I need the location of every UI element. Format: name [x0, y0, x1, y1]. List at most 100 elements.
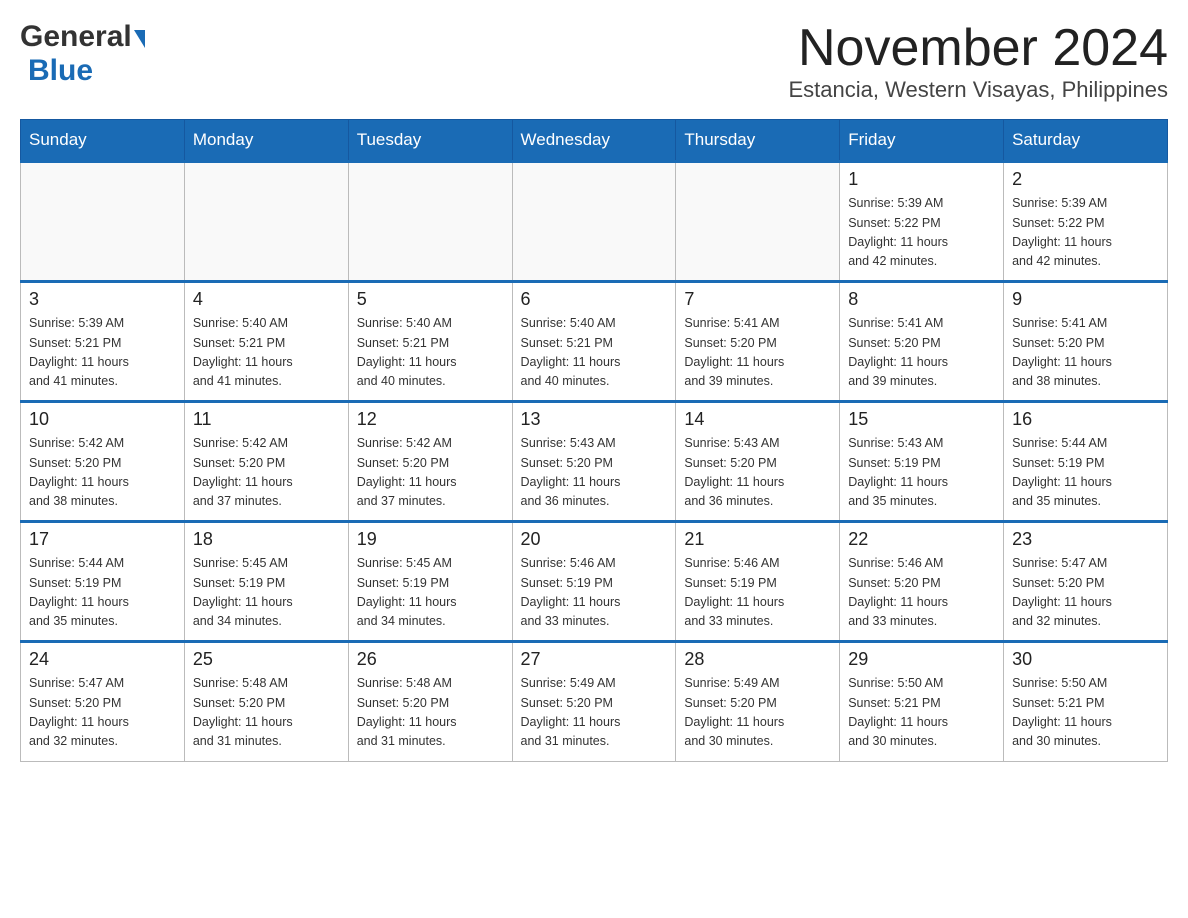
day-info: Sunrise: 5:43 AMSunset: 5:20 PMDaylight:… [521, 434, 668, 512]
day-info: Sunrise: 5:50 AMSunset: 5:21 PMDaylight:… [1012, 674, 1159, 752]
calendar-week-3: 10 Sunrise: 5:42 AMSunset: 5:20 PMDayligh… [21, 402, 1168, 522]
day-number: 4 [193, 289, 340, 310]
day-number: 3 [29, 289, 176, 310]
table-row: 16Sunrise: 5:44 AMSunset: 5:19 PMDayligh… [1004, 402, 1168, 522]
day-number: 19 [357, 529, 504, 550]
table-row: 4 Sunrise: 5:40 AMSunset: 5:21 PMDaylight… [184, 282, 348, 402]
col-thursday: Thursday [676, 120, 840, 162]
table-row: 10 Sunrise: 5:42 AMSunset: 5:20 PMDayligh… [21, 402, 185, 522]
table-row: 2 Sunrise: 5:39 AMSunset: 5:22 PMDaylight… [1004, 162, 1168, 282]
logo-general-text: General [20, 20, 132, 54]
page-header: General Blue November 2024 Estancia, Wes… [20, 20, 1168, 103]
col-tuesday: Tuesday [348, 120, 512, 162]
day-number: 7 [684, 289, 831, 310]
day-info: Sunrise: 5:40 AMSunset: 5:21 PMDaylight:… [193, 314, 340, 392]
calendar-week-1: 1 Sunrise: 5:39 AMSunset: 5:22 PMDaylight… [21, 162, 1168, 282]
table-row [184, 162, 348, 282]
day-info: Sunrise: 5:40 AMSunset: 5:21 PMDaylight:… [357, 314, 504, 392]
table-row: 15 Sunrise: 5:43 AMSunset: 5:19 PMDayligh… [840, 402, 1004, 522]
day-number: 2 [1012, 169, 1159, 190]
day-info: Sunrise: 5:42 AMSunset: 5:20 PMDaylight:… [357, 434, 504, 512]
calendar-week-2: 3 Sunrise: 5:39 AMSunset: 5:21 PMDaylight… [21, 282, 1168, 402]
day-info: Sunrise: 5:45 AMSunset: 5:19 PMDaylight:… [357, 554, 504, 632]
day-info: Sunrise: 5:48 AMSunset: 5:20 PMDaylight:… [193, 674, 340, 752]
day-info: Sunrise: 5:42 AMSunset: 5:20 PMDaylight:… [193, 434, 340, 512]
day-info: Sunrise: 5:39 AMSunset: 5:21 PMDaylight:… [29, 314, 176, 392]
day-number: 23 [1012, 529, 1159, 550]
day-info: Sunrise: 5:47 AMSunset: 5:20 PMDaylight:… [1012, 554, 1159, 632]
table-row: 18 Sunrise: 5:45 AMSunset: 5:19 PMDayligh… [184, 522, 348, 642]
day-number: 15 [848, 409, 995, 430]
calendar-week-5: 24Sunrise: 5:47 AMSunset: 5:20 PMDayligh… [21, 642, 1168, 762]
day-info: Sunrise: 5:50 AMSunset: 5:21 PMDaylight:… [848, 674, 995, 752]
day-info: Sunrise: 5:48 AMSunset: 5:20 PMDaylight:… [357, 674, 504, 752]
col-monday: Monday [184, 120, 348, 162]
table-row: 12 Sunrise: 5:42 AMSunset: 5:20 PMDayligh… [348, 402, 512, 522]
table-row: 24Sunrise: 5:47 AMSunset: 5:20 PMDayligh… [21, 642, 185, 762]
day-info: Sunrise: 5:49 AMSunset: 5:20 PMDaylight:… [521, 674, 668, 752]
day-info: Sunrise: 5:44 AMSunset: 5:19 PMDaylight:… [29, 554, 176, 632]
table-row: 27 Sunrise: 5:49 AMSunset: 5:20 PMDayligh… [512, 642, 676, 762]
day-info: Sunrise: 5:39 AMSunset: 5:22 PMDaylight:… [1012, 194, 1159, 272]
day-info: Sunrise: 5:41 AMSunset: 5:20 PMDaylight:… [1012, 314, 1159, 392]
day-info: Sunrise: 5:43 AMSunset: 5:19 PMDaylight:… [848, 434, 995, 512]
day-number: 10 [29, 409, 176, 430]
day-number: 30 [1012, 649, 1159, 670]
table-row: 19 Sunrise: 5:45 AMSunset: 5:19 PMDayligh… [348, 522, 512, 642]
table-row: 13Sunrise: 5:43 AMSunset: 5:20 PMDayligh… [512, 402, 676, 522]
day-number: 1 [848, 169, 995, 190]
logo: General Blue [20, 20, 145, 88]
day-number: 26 [357, 649, 504, 670]
page-title: November 2024 [789, 20, 1169, 77]
table-row: 30 Sunrise: 5:50 AMSunset: 5:21 PMDayligh… [1004, 642, 1168, 762]
table-row: 28Sunrise: 5:49 AMSunset: 5:20 PMDayligh… [676, 642, 840, 762]
day-info: Sunrise: 5:46 AMSunset: 5:19 PMDaylight:… [684, 554, 831, 632]
table-row: 11 Sunrise: 5:42 AMSunset: 5:20 PMDayligh… [184, 402, 348, 522]
col-sunday: Sunday [21, 120, 185, 162]
calendar-week-4: 17 Sunrise: 5:44 AMSunset: 5:19 PMDayligh… [21, 522, 1168, 642]
table-row [348, 162, 512, 282]
calendar-header-row: Sunday Monday Tuesday Wednesday Thursday… [21, 120, 1168, 162]
day-number: 9 [1012, 289, 1159, 310]
table-row: 23 Sunrise: 5:47 AMSunset: 5:20 PMDayligh… [1004, 522, 1168, 642]
table-row [21, 162, 185, 282]
logo-arrow-icon [134, 30, 145, 48]
day-number: 12 [357, 409, 504, 430]
title-block: November 2024 Estancia, Western Visayas,… [789, 20, 1169, 103]
day-info: Sunrise: 5:46 AMSunset: 5:20 PMDaylight:… [848, 554, 995, 632]
table-row: 22Sunrise: 5:46 AMSunset: 5:20 PMDayligh… [840, 522, 1004, 642]
table-row: 8Sunrise: 5:41 AMSunset: 5:20 PMDaylight… [840, 282, 1004, 402]
col-saturday: Saturday [1004, 120, 1168, 162]
table-row: 29 Sunrise: 5:50 AMSunset: 5:21 PMDayligh… [840, 642, 1004, 762]
day-number: 5 [357, 289, 504, 310]
day-number: 18 [193, 529, 340, 550]
table-row: 1 Sunrise: 5:39 AMSunset: 5:22 PMDaylight… [840, 162, 1004, 282]
day-number: 14 [684, 409, 831, 430]
day-number: 25 [193, 649, 340, 670]
day-info: Sunrise: 5:39 AMSunset: 5:22 PMDaylight:… [848, 194, 995, 272]
day-number: 27 [521, 649, 668, 670]
day-number: 8 [848, 289, 995, 310]
table-row: 6Sunrise: 5:40 AMSunset: 5:21 PMDaylight… [512, 282, 676, 402]
table-row [676, 162, 840, 282]
day-number: 29 [848, 649, 995, 670]
day-number: 21 [684, 529, 831, 550]
day-info: Sunrise: 5:42 AMSunset: 5:20 PMDaylight:… [29, 434, 176, 512]
table-row: 21 Sunrise: 5:46 AMSunset: 5:19 PMDayligh… [676, 522, 840, 642]
logo-blue-text: Blue [28, 54, 93, 87]
col-wednesday: Wednesday [512, 120, 676, 162]
table-row: 5 Sunrise: 5:40 AMSunset: 5:21 PMDaylight… [348, 282, 512, 402]
day-number: 20 [521, 529, 668, 550]
table-row: 25 Sunrise: 5:48 AMSunset: 5:20 PMDayligh… [184, 642, 348, 762]
table-row [512, 162, 676, 282]
day-info: Sunrise: 5:41 AMSunset: 5:20 PMDaylight:… [684, 314, 831, 392]
table-row: 7 Sunrise: 5:41 AMSunset: 5:20 PMDaylight… [676, 282, 840, 402]
table-row: 26 Sunrise: 5:48 AMSunset: 5:20 PMDayligh… [348, 642, 512, 762]
day-number: 17 [29, 529, 176, 550]
table-row: 14Sunrise: 5:43 AMSunset: 5:20 PMDayligh… [676, 402, 840, 522]
day-info: Sunrise: 5:40 AMSunset: 5:21 PMDaylight:… [521, 314, 668, 392]
day-number: 11 [193, 409, 340, 430]
day-number: 28 [684, 649, 831, 670]
day-info: Sunrise: 5:44 AMSunset: 5:19 PMDaylight:… [1012, 434, 1159, 512]
day-info: Sunrise: 5:45 AMSunset: 5:19 PMDaylight:… [193, 554, 340, 632]
